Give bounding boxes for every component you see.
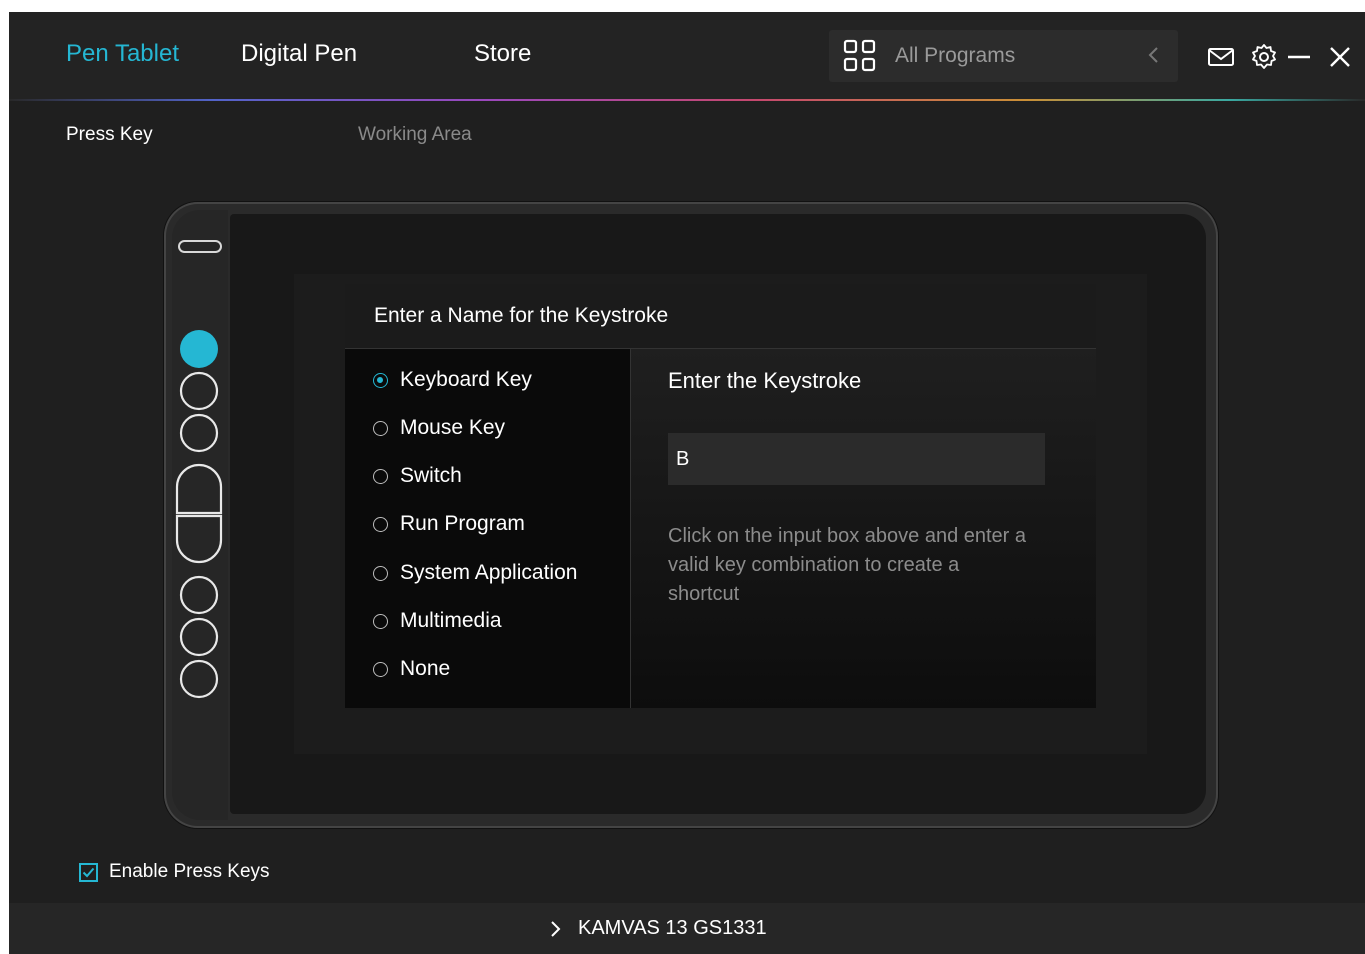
press-key-buttons <box>175 240 223 699</box>
function-options: Keyboard Key Mouse Key Switch Run Progra… <box>345 349 631 708</box>
minimize-icon[interactable] <box>1285 43 1313 71</box>
option-keyboard-key[interactable]: Keyboard Key <box>373 365 532 395</box>
subtab-working-area[interactable]: Working Area <box>358 124 472 146</box>
keystroke-input[interactable] <box>668 433 1045 485</box>
option-label: Run Program <box>400 512 525 535</box>
radio-icon[interactable] <box>373 565 388 581</box>
keystroke-title: Enter the Keystroke <box>668 368 862 393</box>
close-icon[interactable] <box>1326 43 1354 71</box>
header-divider <box>9 99 1365 101</box>
chevron-right-icon[interactable] <box>549 919 563 939</box>
tablet-illustration: Enter a Name for the Keystroke Keyboard … <box>164 202 1218 828</box>
radio-selected-icon[interactable] <box>373 372 388 388</box>
grid-icon <box>843 39 876 72</box>
option-label: None <box>400 657 451 680</box>
radio-icon[interactable] <box>373 661 388 677</box>
keystroke-dialog: Enter a Name for the Keystroke Keyboard … <box>345 284 1096 708</box>
option-label: Keyboard Key <box>400 368 532 391</box>
program-selector-label: All Programs <box>895 44 1016 67</box>
option-system-application[interactable]: System Application <box>373 558 577 588</box>
chevron-left-icon[interactable] <box>1144 43 1164 67</box>
tab-store[interactable]: Store <box>474 40 531 68</box>
option-none[interactable]: None <box>373 654 450 684</box>
program-selector[interactable]: All Programs <box>829 30 1178 82</box>
device-name: KAMVAS 13 GS1331 <box>578 917 767 939</box>
press-key-4[interactable] <box>175 463 223 515</box>
app-window: Pen Tablet Digital Pen Store All Program… <box>9 12 1365 954</box>
press-key-3[interactable] <box>179 413 219 453</box>
press-key-8[interactable] <box>179 659 219 699</box>
radio-icon[interactable] <box>373 516 388 532</box>
option-label: System Application <box>400 561 578 584</box>
option-mouse-key[interactable]: Mouse Key <box>373 413 505 443</box>
header: Pen Tablet Digital Pen Store All Program… <box>9 12 1365 100</box>
option-label: Switch <box>400 464 462 487</box>
checkmark-icon <box>82 867 95 877</box>
radio-icon[interactable] <box>373 613 388 629</box>
press-key-strip <box>172 210 228 820</box>
dialog-header: Enter a Name for the Keystroke <box>345 284 1096 349</box>
dialog-title: Enter a Name for the Keystroke <box>374 304 669 327</box>
keystroke-panel: Enter the Keystroke Click on the input b… <box>631 349 1096 708</box>
option-run-program[interactable]: Run Program <box>373 509 525 539</box>
enable-press-keys-label: Enable Press Keys <box>109 861 270 882</box>
subtab-press-key[interactable]: Press Key <box>66 124 153 146</box>
press-key-2[interactable] <box>179 371 219 411</box>
tab-pen-tablet[interactable]: Pen Tablet <box>66 40 179 68</box>
option-label: Multimedia <box>400 609 502 632</box>
gear-icon[interactable] <box>1250 43 1278 71</box>
option-multimedia[interactable]: Multimedia <box>373 606 502 636</box>
press-key-5[interactable] <box>175 514 223 564</box>
tab-digital-pen[interactable]: Digital Pen <box>241 40 357 68</box>
press-key-1[interactable] <box>180 330 218 368</box>
radio-icon[interactable] <box>373 420 388 436</box>
press-key-6[interactable] <box>179 575 219 615</box>
radio-icon[interactable] <box>373 468 388 484</box>
press-key-7[interactable] <box>179 617 219 657</box>
checkbox-checked-icon[interactable] <box>79 862 98 882</box>
enable-press-keys[interactable]: Enable Press Keys <box>79 861 270 883</box>
option-label: Mouse Key <box>400 416 506 439</box>
tablet-screen: Enter a Name for the Keystroke Keyboard … <box>230 214 1206 814</box>
device-selector[interactable]: KAMVAS 13 GS1331 <box>549 917 767 940</box>
keystroke-hint: Click on the input box above and enter a… <box>668 525 1027 605</box>
dialog-backdrop: Enter a Name for the Keystroke Keyboard … <box>294 274 1147 754</box>
option-switch[interactable]: Switch <box>373 461 462 491</box>
indicator-light <box>178 240 222 253</box>
mail-icon[interactable] <box>1207 43 1235 71</box>
device-footer: KAMVAS 13 GS1331 <box>9 903 1365 954</box>
